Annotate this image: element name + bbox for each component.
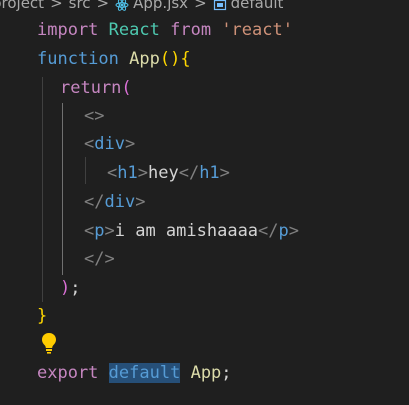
- lightbulb-icon[interactable]: [40, 331, 58, 355]
- symbol-icon: [213, 0, 227, 11]
- tag-gt: >: [104, 221, 115, 241]
- breadcrumb: project > src > App.jsx >: [0, 0, 283, 14]
- indent-guide: [42, 77, 43, 302]
- parens: (): [159, 49, 181, 69]
- breadcrumb-item-project[interactable]: project: [0, 0, 44, 14]
- tag-div: div: [94, 134, 125, 154]
- paren-close: ): [60, 278, 71, 298]
- tag-close-lt: </: [178, 163, 200, 183]
- breadcrumb-item-file[interactable]: App.jsx: [115, 0, 188, 14]
- indent-guide-active: [62, 103, 63, 275]
- semicolon: ;: [70, 278, 81, 298]
- string-module: 'react': [221, 20, 293, 40]
- tag-p: p: [94, 221, 105, 241]
- brace-close: }: [37, 306, 48, 326]
- breadcrumb-separator: >: [194, 0, 207, 12]
- code-line-6[interactable]: <h1>hey</h1>: [107, 160, 230, 187]
- tag-h1: h1: [117, 163, 138, 183]
- paren-open: (: [121, 78, 132, 98]
- breadcrumb-label: project: [0, 0, 45, 12]
- code-line-2[interactable]: function App(){: [37, 46, 191, 73]
- tag-close-lt: </: [258, 221, 279, 241]
- fragment-close: </>: [84, 249, 115, 269]
- tag-lt: <: [107, 163, 118, 183]
- code-line-1[interactable]: import React from 'react': [37, 17, 293, 44]
- keyword-return: return: [60, 78, 122, 98]
- keyword-import: import: [37, 20, 99, 40]
- keyword-export: export: [37, 363, 99, 383]
- code-line-10[interactable]: );: [60, 275, 81, 302]
- keyword-function: function: [37, 49, 119, 69]
- brace-open: {: [180, 49, 191, 69]
- react-icon: [115, 0, 129, 11]
- code-line-13[interactable]: export default App;: [37, 360, 232, 387]
- tag-lt: <: [84, 134, 95, 154]
- keyword-from: from: [170, 20, 212, 40]
- code-line-5[interactable]: <div>: [84, 131, 135, 158]
- breadcrumb-separator: >: [50, 0, 63, 12]
- breadcrumb-separator: >: [96, 0, 110, 12]
- tag-h1-close: h1: [199, 163, 220, 183]
- code-line-9[interactable]: </>: [84, 246, 115, 273]
- code-line-8[interactable]: <p>i am amishaaaa</p>: [84, 218, 299, 245]
- breadcrumb-item-symbol[interactable]: default: [213, 0, 284, 14]
- text-content: hey: [147, 163, 179, 183]
- code-editor[interactable]: project > src > App.jsx >: [0, 0, 409, 405]
- text-content: i am amishaaaa: [114, 221, 259, 241]
- breadcrumb-label: default: [230, 0, 284, 12]
- tag-p-close: p: [278, 221, 289, 241]
- code-line-11[interactable]: }: [37, 303, 47, 330]
- tag-gt: >: [219, 163, 230, 183]
- tag-gt: >: [135, 192, 146, 212]
- identifier-app: App: [190, 363, 222, 383]
- tag-div-close: div: [104, 192, 136, 212]
- tag-gt: >: [288, 221, 300, 241]
- identifier-react: React: [108, 20, 160, 40]
- breadcrumb-label: src: [68, 0, 91, 12]
- code-line-7[interactable]: </div>: [84, 189, 145, 216]
- function-name: App: [129, 49, 160, 69]
- tag-gt: >: [137, 163, 148, 183]
- code-line-4[interactable]: <>: [84, 103, 104, 130]
- tag-lt: <: [84, 221, 95, 241]
- fragment-open: <>: [84, 106, 105, 126]
- breadcrumb-item-src[interactable]: src: [69, 0, 91, 14]
- semicolon: ;: [221, 363, 232, 383]
- code-line-3[interactable]: return(: [60, 75, 132, 102]
- indent-guide: [85, 157, 86, 184]
- tag-close-lt: </: [84, 192, 105, 212]
- breadcrumb-label: App.jsx: [133, 0, 189, 12]
- tag-gt: >: [124, 134, 136, 154]
- keyword-default-highlighted: default: [108, 363, 181, 383]
